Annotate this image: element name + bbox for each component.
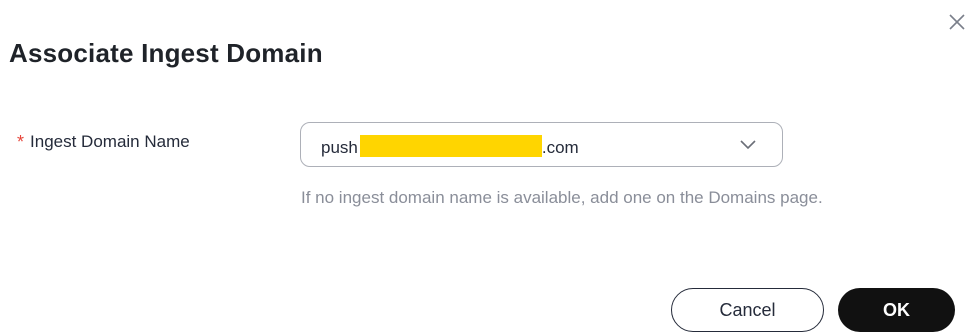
domain-suffix: .com [541,138,579,157]
chevron-down-icon[interactable] [738,136,758,154]
ingest-domain-name-label: * Ingest Domain Name [17,132,190,152]
dialog-title: Associate Ingest Domain [9,38,323,68]
close-icon[interactable] [945,10,969,34]
domain-prefix: push [321,138,358,157]
ingest-domain-select[interactable]: push .com [300,122,783,167]
associate-ingest-domain-dialog: Associate Ingest Domain * Ingest Domain … [0,0,977,336]
field-label-text: Ingest Domain Name [30,132,190,151]
required-asterisk: * [17,132,25,152]
selected-domain-value: push .com [321,135,579,158]
ok-button[interactable]: OK [838,288,955,332]
redacted-domain-segment [359,135,542,157]
field-hint-text: If no ingest domain name is available, a… [301,188,823,207]
cancel-button[interactable]: Cancel [671,288,824,332]
